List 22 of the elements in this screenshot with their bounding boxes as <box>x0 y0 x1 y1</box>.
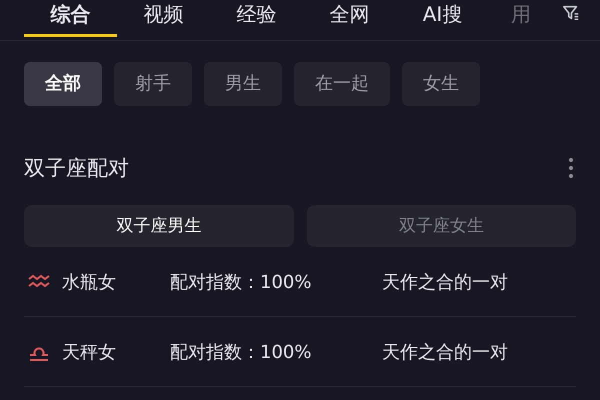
match-score: 配对指数：100% <box>170 270 312 294</box>
tab[interactable]: 用 <box>489 0 582 37</box>
filter-icon[interactable] <box>562 4 580 22</box>
filter-chip[interactable]: 在一起 <box>294 62 390 106</box>
tab[interactable]: 综合 <box>24 0 117 37</box>
sign-name: 天秤女 <box>62 340 117 364</box>
section-title: 双子座配对 <box>24 155 129 182</box>
match-verdict: 天作之合的一对 <box>382 340 508 364</box>
more-icon[interactable] <box>568 157 574 179</box>
filter-chip[interactable]: 射手 <box>114 62 192 106</box>
tab[interactable]: 经验 <box>210 0 303 37</box>
match-verdict: 天作之合的一对 <box>382 270 508 294</box>
segment-button[interactable]: 双子座女生 <box>306 205 576 247</box>
match-score: 配对指数：100% <box>170 340 312 364</box>
tab[interactable]: 视频 <box>117 0 210 37</box>
filter-chip[interactable]: 全部 <box>24 62 102 106</box>
filter-chip[interactable]: 女生 <box>402 62 480 106</box>
sign-name: 水瓶女 <box>62 270 117 294</box>
segment-button[interactable]: 双子座男生 <box>24 205 294 247</box>
tab[interactable]: AI搜 <box>396 0 489 37</box>
filter-chip[interactable]: 男生 <box>204 62 282 106</box>
tab[interactable]: 全网 <box>303 0 396 37</box>
